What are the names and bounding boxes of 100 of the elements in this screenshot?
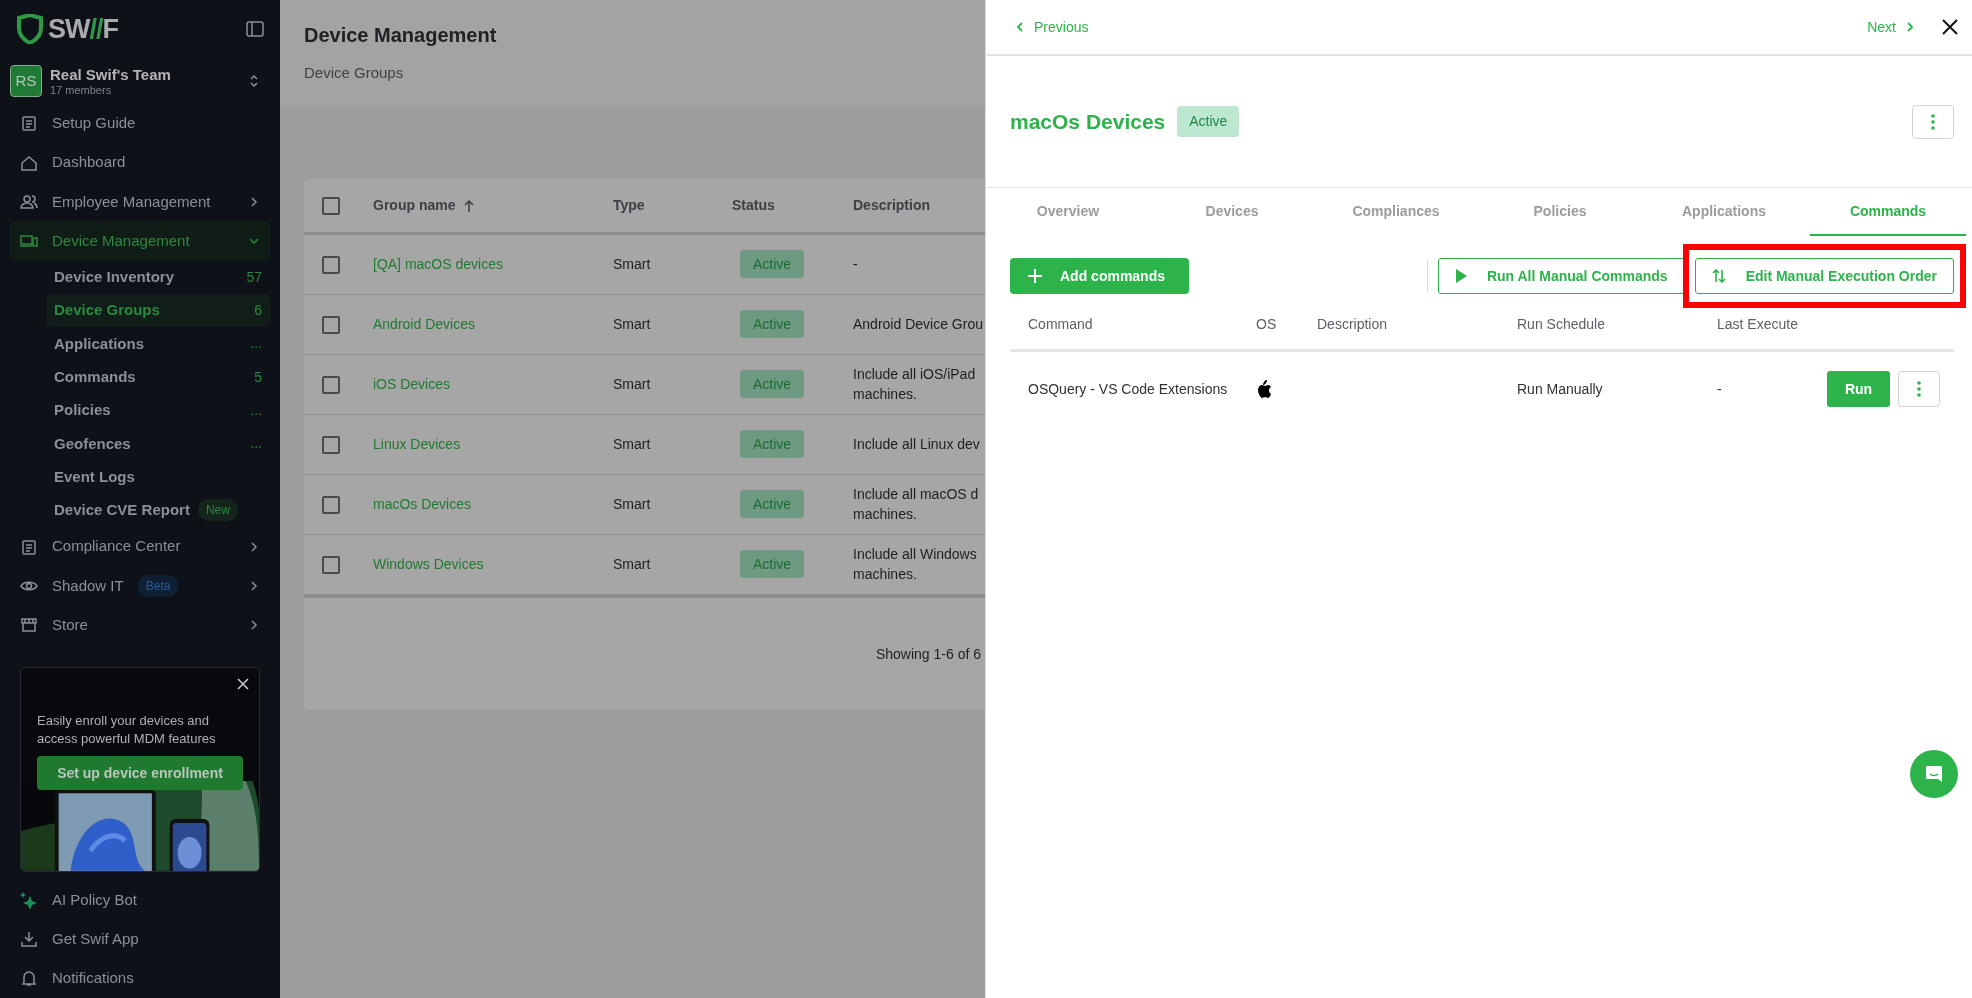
clipboard-icon xyxy=(20,114,38,133)
submenu-label: Device CVE Report xyxy=(54,500,190,521)
submenu-item[interactable]: Geofences ... xyxy=(46,427,270,461)
nav-label: Shadow IT xyxy=(52,575,124,596)
sort-arrow-icon[interactable] xyxy=(463,198,476,213)
expand-icon xyxy=(248,74,260,89)
nav-item[interactable]: Get Swif App xyxy=(10,919,270,959)
table-cell: - xyxy=(1717,380,1722,397)
nav-item[interactable]: Setup Guide xyxy=(10,103,270,144)
nav-item[interactable]: Employee Management xyxy=(10,182,270,222)
column-header[interactable]: Type xyxy=(613,195,645,216)
tab[interactable]: Commands xyxy=(1810,188,1966,236)
nav-label: AI Policy Bot xyxy=(52,889,138,910)
shield-icon xyxy=(16,14,44,45)
nav-item[interactable]: Shadow IT Beta xyxy=(10,566,270,606)
column-header[interactable]: Group name xyxy=(373,195,456,216)
enrollment-button[interactable]: Set up device enrollment xyxy=(37,756,243,791)
nav-label: Device Management xyxy=(52,230,190,251)
bell-icon xyxy=(20,969,38,988)
add-commands-button[interactable]: Add commands xyxy=(1010,258,1189,294)
tab[interactable]: Applications xyxy=(1646,188,1802,236)
page-title: Device Management xyxy=(304,23,498,48)
nav-item[interactable]: Store xyxy=(10,605,270,645)
submenu-label: Policies xyxy=(54,400,111,421)
group-link[interactable]: [QA] macOS devices xyxy=(373,256,503,272)
checkbox[interactable] xyxy=(322,435,340,454)
nav-item[interactable]: Dashboard xyxy=(10,143,270,183)
nav-item[interactable]: AI Policy Bot xyxy=(10,880,270,920)
action-button[interactable]: Edit Manual Execution Order xyxy=(1694,258,1954,294)
team-name: Real Swif's Team xyxy=(50,67,171,84)
chevron-right-icon xyxy=(1906,21,1914,33)
checkbox[interactable] xyxy=(322,495,340,514)
table-cell-text: Include all Windows machines. xyxy=(853,544,977,584)
table-cell: Smart xyxy=(613,496,651,512)
column-header[interactable]: Description xyxy=(853,195,930,216)
nav-item[interactable]: Notifications xyxy=(10,958,270,998)
member-count: 17 members xyxy=(50,83,113,96)
checkbox[interactable] xyxy=(322,375,340,394)
table-cell: Smart xyxy=(613,556,651,572)
tab[interactable]: Compliances xyxy=(1318,188,1474,236)
table-cell-text: Include all macOS d machines. xyxy=(853,484,979,524)
next-button[interactable]: Next xyxy=(1867,16,1914,38)
sidebar-toggle-icon[interactable] xyxy=(246,20,264,39)
nav-label: Get Swif App xyxy=(52,928,139,949)
column-header[interactable]: Status xyxy=(732,195,775,216)
nav-label: Store xyxy=(52,614,88,635)
checkbox[interactable] xyxy=(322,555,340,574)
nav-item[interactable]: Compliance Center xyxy=(10,527,270,567)
tab[interactable]: Policies xyxy=(1482,188,1638,236)
checkbox[interactable] xyxy=(322,315,340,334)
brand-logo: SW//F xyxy=(48,13,118,47)
submenu-label: Commands xyxy=(54,366,136,387)
table-cell: Smart xyxy=(613,436,651,452)
nav-label: Compliance Center xyxy=(52,536,181,557)
table-cell-text: - xyxy=(853,254,858,274)
action-button[interactable]: Run All Manual Commands xyxy=(1437,258,1685,294)
table-cell: OSQuery - VS Code Extensions xyxy=(1028,380,1228,397)
nav-label: Dashboard xyxy=(52,152,126,173)
swap-vertical-icon xyxy=(1711,269,1726,283)
nav-item[interactable]: Device Management xyxy=(10,221,270,261)
chat-button[interactable] xyxy=(1910,750,1958,798)
checkbox[interactable] xyxy=(322,255,340,274)
beta-badge: Beta xyxy=(137,574,179,597)
group-link[interactable]: macOs Devices xyxy=(373,496,472,512)
submenu-item[interactable]: Device CVE Report New xyxy=(46,493,270,528)
previous-button[interactable]: Previous xyxy=(1016,16,1089,38)
run-button[interactable]: Run xyxy=(1827,371,1890,407)
page-subtitle: Device Groups xyxy=(304,63,405,83)
column-header: Run Schedule xyxy=(1517,316,1605,332)
group-link[interactable]: iOS Devices xyxy=(373,376,451,392)
group-link[interactable]: Linux Devices xyxy=(373,436,461,452)
nav-label: Employee Management xyxy=(52,191,211,212)
tab[interactable]: Devices xyxy=(1154,188,1310,236)
submenu-item[interactable]: Commands 5 xyxy=(46,360,270,394)
submenu-item[interactable]: Policies ... xyxy=(46,393,270,428)
group-link[interactable]: Android Devices xyxy=(373,316,475,332)
more-icon xyxy=(1917,381,1921,397)
close-icon[interactable] xyxy=(1942,19,1958,35)
table-cell: Run Manually xyxy=(1517,380,1603,397)
plus-icon xyxy=(1028,269,1042,283)
item-count: 6 xyxy=(254,301,262,321)
column-header: OS xyxy=(1256,316,1277,332)
table-cell-text: Android Device Grou xyxy=(853,314,983,334)
status-badge: Active xyxy=(740,250,805,278)
table-cell: Smart xyxy=(613,316,651,332)
submenu-item[interactable]: Applications ... xyxy=(46,327,270,361)
apple-icon xyxy=(1256,380,1272,400)
chevron-left-icon xyxy=(1016,21,1024,33)
submenu-item[interactable]: Device Groups 6 xyxy=(46,293,270,328)
group-link[interactable]: Windows Devices xyxy=(373,556,484,572)
pagination-text: Showing 1-6 of 6 xyxy=(875,644,981,664)
checkbox[interactable] xyxy=(322,196,340,215)
clipboard-icon xyxy=(20,537,38,556)
submenu-label: Geofences xyxy=(54,433,131,454)
column-header: Command xyxy=(1028,316,1093,332)
table-cell: Smart xyxy=(613,376,651,392)
tab[interactable]: Overview xyxy=(990,188,1146,236)
submenu-item[interactable]: Event Logs xyxy=(46,460,270,494)
submenu-item[interactable]: Device Inventory 57 xyxy=(46,260,270,294)
more-icon xyxy=(1931,113,1935,130)
